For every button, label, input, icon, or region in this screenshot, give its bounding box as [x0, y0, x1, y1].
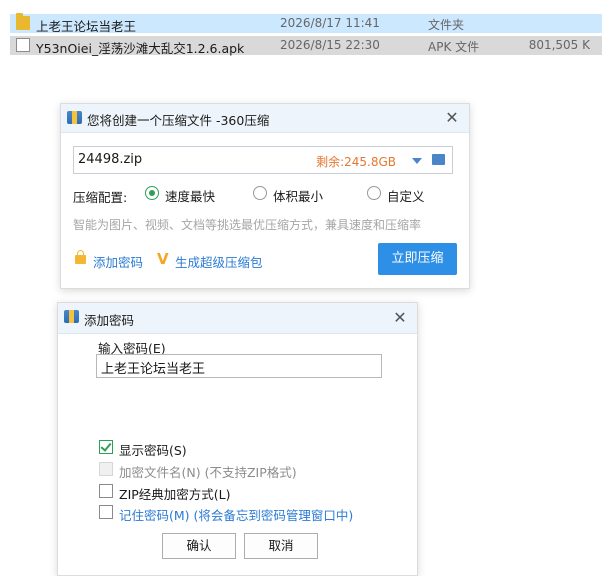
v-badge-icon: V: [157, 250, 169, 268]
cancel-button[interactable]: 取消: [244, 533, 318, 559]
checkbox-label: 记住密码(M) (将会备忘到密码管理窗口中): [119, 508, 354, 523]
chevron-down-icon[interactable]: [412, 158, 422, 164]
checkbox-label: 加密文件名(N) (不支持ZIP格式): [119, 465, 297, 480]
archive-app-icon: [64, 310, 79, 323]
checkbox-box: [99, 462, 113, 476]
radio-label: 体积最小: [273, 189, 324, 204]
password-dialog-titlebar[interactable]: 添加密码 ✕: [58, 303, 417, 334]
radio-label: 速度最快: [165, 189, 216, 204]
file-size: 801,505 K: [528, 38, 590, 52]
close-icon[interactable]: ✕: [441, 107, 463, 129]
radio-circle: [145, 186, 159, 200]
file-row-apk[interactable]: Y53nOiei_淫荡沙滩大乱交1.2.6.apk 2026/8/15 22:3…: [10, 36, 602, 56]
add-password-label: 添加密码: [93, 255, 144, 270]
compress-dialog: 您将创建一个压缩文件 -360压缩 ✕ 24498.zip 剩余:245.8GB…: [60, 103, 470, 289]
compress-dialog-titlebar[interactable]: 您将创建一个压缩文件 -360压缩 ✕: [61, 104, 469, 133]
password-dialog: 添加密码 ✕ 输入密码(E) 上老王论坛当老王 显示密码(S) 加密文件名(N)…: [57, 302, 418, 576]
lock-icon: [75, 250, 86, 264]
file-name: Y53nOiei_淫荡沙滩大乱交1.2.6.apk: [36, 41, 245, 56]
file-type: APK 文件: [428, 40, 480, 54]
radio-circle: [367, 186, 381, 200]
file-date: 2026/8/15 22:30: [280, 38, 380, 52]
file-name: 上老王论坛当老王: [36, 19, 137, 34]
password-input[interactable]: 上老王论坛当老王: [96, 354, 382, 378]
folder-icon: [16, 13, 30, 30]
remaining-space: 剩余:245.8GB: [316, 155, 396, 169]
file-row-folder[interactable]: 上老王论坛当老王 2026/8/17 11:41 文件夹: [10, 13, 602, 34]
compress-dialog-title: 您将创建一个压缩文件 -360压缩: [87, 113, 270, 128]
archive-filename[interactable]: 24498.zip: [78, 152, 142, 167]
super-compress-label: 生成超级压缩包: [175, 255, 263, 270]
password-dialog-title: 添加密码: [84, 313, 135, 328]
compress-now-button[interactable]: 立即压缩: [378, 243, 457, 275]
file-date: 2026/8/17 11:41: [280, 16, 380, 30]
confirm-button[interactable]: 确认: [162, 533, 236, 559]
close-icon[interactable]: ✕: [389, 307, 411, 329]
checkbox-label: 显示密码(S): [119, 443, 187, 458]
checkbox-box: [99, 440, 113, 454]
folder-browse-icon[interactable]: [432, 154, 445, 165]
checkbox-box: [99, 484, 113, 498]
radio-circle: [253, 186, 267, 200]
checkbox-label: ZIP经典加密方式(L): [119, 487, 231, 502]
checkbox-box: [99, 505, 113, 519]
archive-name-field[interactable]: 24498.zip 剩余:245.8GB: [73, 146, 453, 174]
compress-hint: 智能为图片、视频、文档等挑选最优压缩方式，兼具速度和压缩率: [73, 218, 422, 232]
archive-app-icon: [67, 111, 82, 124]
file-icon: [16, 38, 30, 52]
file-type: 文件夹: [428, 18, 465, 32]
compress-options-label: 压缩配置:: [73, 190, 128, 205]
radio-label: 自定义: [387, 189, 425, 204]
